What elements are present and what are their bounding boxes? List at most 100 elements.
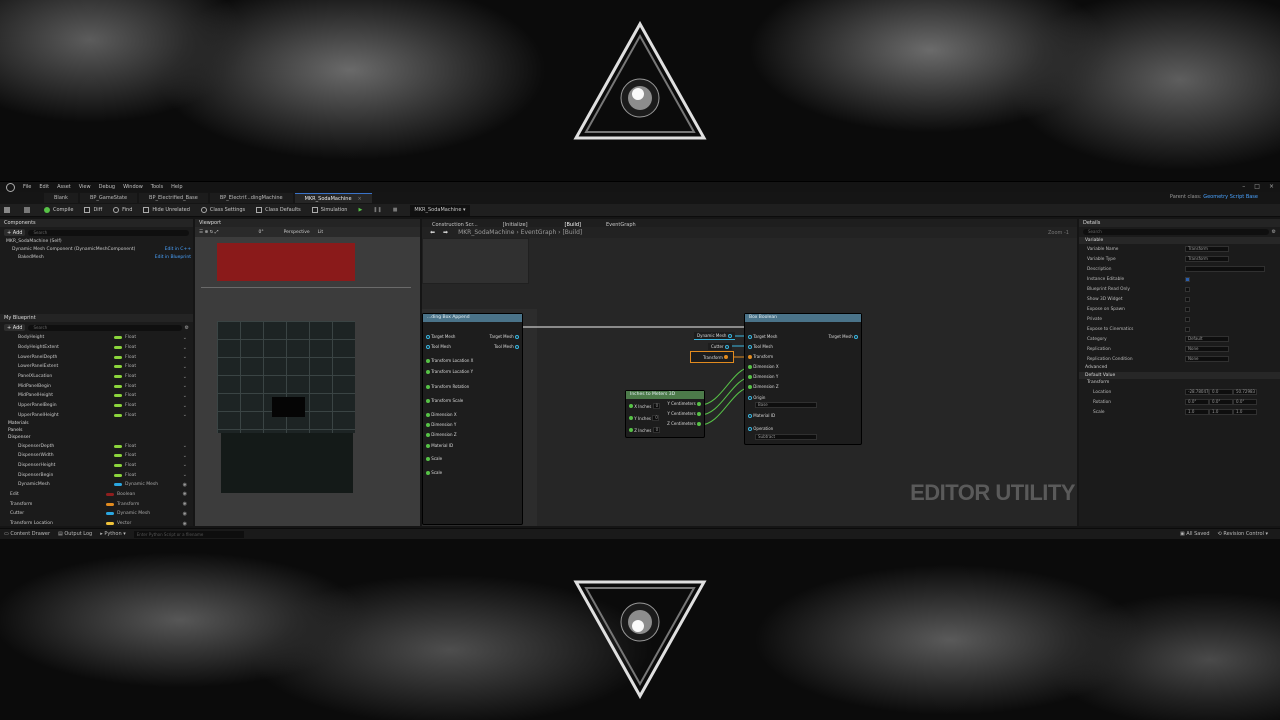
variable-row[interactable]: MidPanelBegin Float ⌄ <box>0 381 193 391</box>
section-variable[interactable]: Variable <box>1079 237 1280 244</box>
tab-close-icon[interactable]: × <box>358 196 362 202</box>
chevron-down-icon[interactable]: ⌄ <box>183 383 187 389</box>
input-pin[interactable]: Dimension Z <box>748 384 779 389</box>
rotation-y-field[interactable]: 0.0° <box>1209 399 1233 405</box>
output-pin[interactable]: Y Centimeters <box>667 411 701 416</box>
variable-row[interactable]: UpperPanelHeight Float ⌄ <box>0 411 193 421</box>
variable-row[interactable]: Edit Boolean ◉ <box>0 490 193 500</box>
pin-icon[interactable] <box>426 398 430 403</box>
output-pin[interactable]: Z Centimeters <box>667 421 701 426</box>
category-materials[interactable]: Materials <box>0 420 193 427</box>
menu-view[interactable]: View <box>79 184 91 190</box>
variable-row[interactable]: Transform Transform ◉ <box>0 499 193 509</box>
pin-icon[interactable] <box>426 443 430 448</box>
pin-icon[interactable] <box>748 374 752 379</box>
output-pin-icon[interactable] <box>727 333 732 338</box>
variable-row[interactable]: BodyHeight Float ⌄ <box>0 333 193 343</box>
hide-unrelated-button[interactable]: Hide Unrelated <box>139 205 194 216</box>
variable-row[interactable]: Cutter Dynamic Mesh ◉ <box>0 509 193 519</box>
edit-in-cpp-link[interactable]: Edit in C++ <box>165 246 191 254</box>
location-y-field[interactable]: 0.0 <box>1209 389 1233 395</box>
input-pin[interactable]: Y Inches 0 <box>629 415 660 421</box>
output-log-button[interactable]: ▤ Output Log <box>58 531 92 537</box>
variable-row[interactable]: DispenserBegin Float ⌄ <box>0 470 193 480</box>
variable-row[interactable]: Transform Location Vector ◉ <box>0 519 193 529</box>
tab-bp-electrified-base[interactable]: BP_Electrified_Base <box>139 193 208 203</box>
tab-bp-electrif-vending[interactable]: BP_Electrif...dingMachine <box>209 193 293 203</box>
pin-icon[interactable] <box>748 395 752 400</box>
menu-asset[interactable]: Asset <box>57 184 71 190</box>
checkbox[interactable] <box>1185 286 1190 292</box>
saved-status[interactable]: ▣ All Saved <box>1180 531 1210 537</box>
section-default-value[interactable]: Default Value <box>1079 372 1280 379</box>
parent-class-link[interactable]: Geometry Script Base <box>1203 194 1258 200</box>
pin-icon[interactable] <box>515 334 519 339</box>
eye-icon[interactable]: ◉ <box>183 501 187 507</box>
checkbox[interactable] <box>1185 296 1190 302</box>
pin-icon[interactable] <box>515 344 519 349</box>
chevron-down-icon[interactable]: ⌄ <box>183 364 187 370</box>
variable-row[interactable]: PanelXLocation Float ⌄ <box>0 372 193 382</box>
component-row[interactable]: Dynamic Mesh Component (DynamicMeshCompo… <box>0 246 193 254</box>
output-pin[interactable]: Y Centimeters <box>667 401 701 406</box>
input-pin[interactable]: Dimension Y <box>748 374 778 379</box>
pin-icon[interactable] <box>748 344 752 349</box>
input-pin[interactable]: Dimension X <box>426 412 457 417</box>
maximize-icon[interactable]: □ <box>1254 183 1260 190</box>
eye-icon[interactable]: ◉ <box>183 521 187 527</box>
class-settings-button[interactable]: Class Settings <box>197 205 249 216</box>
menu-tools[interactable]: Tools <box>151 184 163 190</box>
browse-icon[interactable] <box>20 205 37 216</box>
transform-label[interactable]: Transform <box>1079 379 1280 387</box>
viewport-scene[interactable] <box>195 237 420 526</box>
menu-debug[interactable]: Debug <box>99 184 115 190</box>
output-pin-icon[interactable] <box>724 344 729 349</box>
menu-help[interactable]: Help <box>171 184 182 190</box>
pin-icon[interactable] <box>426 358 430 363</box>
pin-icon[interactable] <box>426 470 430 475</box>
value-select[interactable]: None <box>1185 346 1229 352</box>
components-search-input[interactable]: Search <box>28 229 189 236</box>
output-pin-icon[interactable] <box>724 355 729 359</box>
eye-icon[interactable]: ◉ <box>183 482 187 488</box>
components-root[interactable]: MKR_SodaMachine (Self) <box>0 238 193 246</box>
pin-icon[interactable] <box>748 334 752 339</box>
chevron-down-icon[interactable]: ⌄ <box>183 472 187 478</box>
scale-x-field[interactable]: 1.0 <box>1185 409 1209 415</box>
pin-icon[interactable] <box>426 412 430 417</box>
pin-icon[interactable] <box>748 426 752 431</box>
pin-icon[interactable] <box>426 344 430 349</box>
variable-row[interactable]: DispenserHeight Float ⌄ <box>0 461 193 471</box>
value-field[interactable]: 0 <box>652 415 660 421</box>
compile-button[interactable]: Compile <box>40 205 77 216</box>
class-defaults-button[interactable]: Class Defaults <box>252 205 305 216</box>
pin-icon[interactable] <box>697 401 701 406</box>
input-pin[interactable]: Origin <box>748 395 765 400</box>
value-field[interactable]: 0 <box>652 403 660 409</box>
output-pin[interactable]: Tool Mesh <box>494 344 519 349</box>
pin-icon[interactable] <box>426 369 430 374</box>
output-pin[interactable]: Target Mesh <box>829 334 858 339</box>
text-field[interactable] <box>1185 266 1265 272</box>
scale-z-field[interactable]: 1.0 <box>1233 409 1257 415</box>
pin-icon[interactable] <box>748 364 752 369</box>
content-drawer-button[interactable]: ▭ Content Drawer <box>4 531 50 537</box>
input-pin[interactable]: Transform Location X <box>426 358 473 363</box>
pin-icon[interactable] <box>426 456 430 461</box>
pin-icon[interactable] <box>748 413 752 418</box>
input-pin[interactable]: Material ID <box>426 443 453 448</box>
eye-icon[interactable]: ◉ <box>183 491 187 497</box>
chevron-down-icon[interactable]: ⌄ <box>183 345 187 351</box>
chevron-down-icon[interactable]: ⌄ <box>183 403 187 409</box>
origin-select[interactable]: Base <box>755 402 817 408</box>
pin-icon[interactable] <box>629 428 633 432</box>
pin-icon[interactable] <box>426 384 430 389</box>
blueprint-search-input[interactable]: Search <box>28 324 182 331</box>
pin-icon[interactable] <box>697 421 701 426</box>
gear-icon[interactable]: ⚙ <box>185 325 189 331</box>
save-icon[interactable] <box>0 205 17 216</box>
category-panels[interactable]: Panels <box>0 427 193 434</box>
stop-icon[interactable]: ■ <box>389 205 402 216</box>
fov-value[interactable]: 0° <box>258 230 263 235</box>
revision-control-button[interactable]: ⟲ Revision Control ▾ <box>1218 531 1268 537</box>
